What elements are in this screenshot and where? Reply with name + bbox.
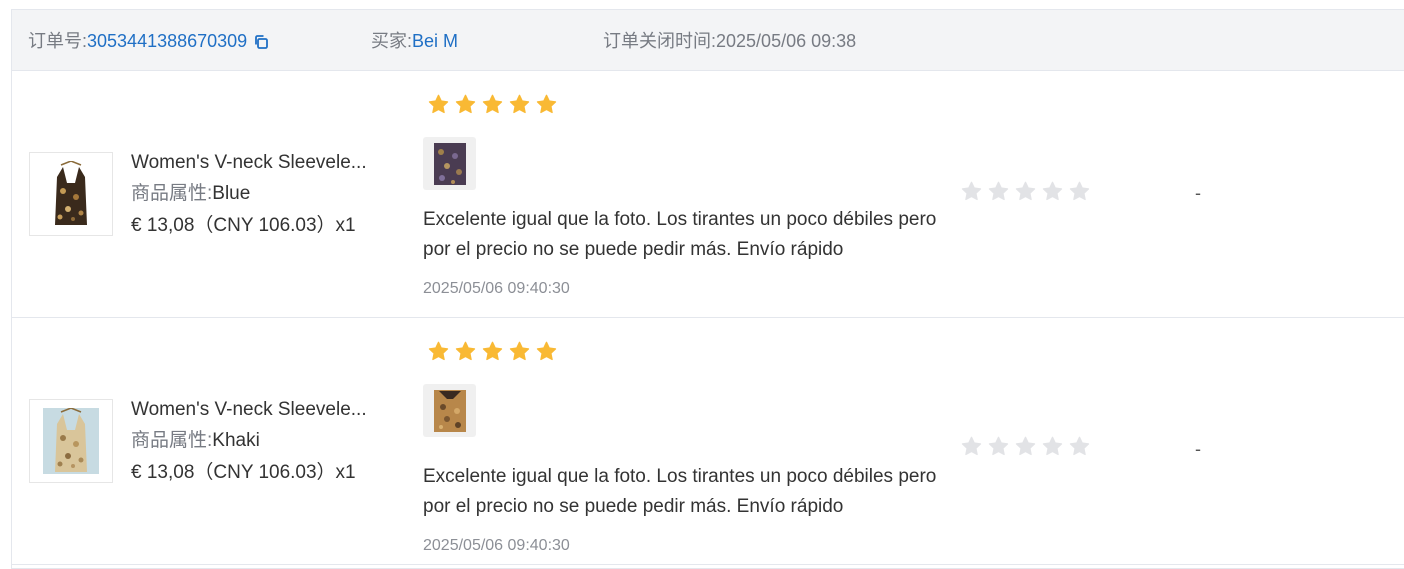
product-price: € 13,08（CNY 106.03）x1 — [131, 215, 356, 236]
buyer-rating-stars — [428, 341, 557, 362]
order-number-field: 订单号:3053441388670309 — [28, 29, 269, 56]
buyer-field: 买家:Bei M — [371, 29, 458, 53]
review-time: 2025/05/06 09:40:30 — [423, 537, 570, 554]
star-icon — [428, 94, 449, 114]
star-icon — [536, 94, 557, 114]
close-time-value: 2025/05/06 09:38 — [716, 31, 857, 51]
buyer-name-link[interactable]: Bei M — [412, 31, 458, 51]
review-text: Excelente igual que la foto. Los tirante… — [423, 209, 937, 260]
star-icon[interactable] — [988, 436, 1009, 457]
seller-rating-stars[interactable] — [961, 436, 1090, 457]
star-icon — [509, 94, 530, 114]
close-time-label: 订单关闭时间: — [603, 31, 717, 51]
star-icon[interactable] — [1069, 436, 1090, 457]
product-title[interactable]: Women's V-neck Sleevele... — [131, 151, 367, 175]
star-icon[interactable] — [988, 181, 1009, 202]
review-text: Excelente igual que la foto. Los tirante… — [423, 466, 937, 517]
star-icon — [536, 341, 557, 361]
reply-placeholder: - — [1195, 183, 1201, 203]
attribute-label: 商品属性: — [131, 183, 213, 204]
star-icon[interactable] — [1069, 181, 1090, 202]
product-thumbnail[interactable] — [29, 152, 113, 236]
star-icon[interactable] — [1015, 436, 1036, 457]
review-photo[interactable] — [423, 137, 476, 190]
star-icon — [482, 94, 503, 114]
product-price: € 13,08（CNY 106.03）x1 — [131, 462, 356, 483]
star-icon — [509, 341, 530, 361]
star-icon[interactable] — [1042, 436, 1063, 457]
star-icon — [455, 341, 476, 361]
order-item-row: Women's V-neck Sleevele... 商品属性:Blue € 1… — [12, 71, 1404, 318]
close-time-field: 订单关闭时间:2025/05/06 09:38 — [603, 29, 856, 53]
star-icon — [455, 94, 476, 114]
order-header: 订单号:3053441388670309 买家:Bei M 订单关闭时间:202… — [12, 10, 1404, 71]
star-icon[interactable] — [961, 436, 982, 457]
order-card: 订单号:3053441388670309 买家:Bei M 订单关闭时间:202… — [11, 9, 1404, 569]
review-photo[interactable] — [423, 384, 476, 437]
star-icon — [428, 341, 449, 361]
buyer-label: 买家: — [371, 31, 413, 51]
star-icon[interactable] — [1015, 181, 1036, 202]
order-item-row: Women's V-neck Sleevele... 商品属性:Khaki € … — [12, 318, 1404, 565]
attribute-label: 商品属性: — [131, 430, 213, 451]
buyer-rating-stars — [428, 94, 557, 115]
order-number-link[interactable]: 3053441388670309 — [87, 31, 247, 51]
seller-rating-stars[interactable] — [961, 181, 1090, 202]
star-icon — [482, 341, 503, 361]
star-icon[interactable] — [1042, 181, 1063, 202]
attribute-value: Blue — [212, 183, 251, 204]
copy-icon[interactable] — [253, 32, 269, 56]
product-attribute: 商品属性:Blue — [131, 182, 250, 206]
star-icon[interactable] — [961, 181, 982, 202]
product-thumbnail[interactable] — [29, 399, 113, 483]
order-number-label: 订单号: — [28, 31, 88, 51]
product-title[interactable]: Women's V-neck Sleevele... — [131, 398, 367, 422]
attribute-value: Khaki — [212, 430, 260, 451]
review-time: 2025/05/06 09:40:30 — [423, 280, 570, 297]
reply-placeholder: - — [1195, 439, 1201, 459]
product-attribute: 商品属性:Khaki — [131, 429, 260, 453]
